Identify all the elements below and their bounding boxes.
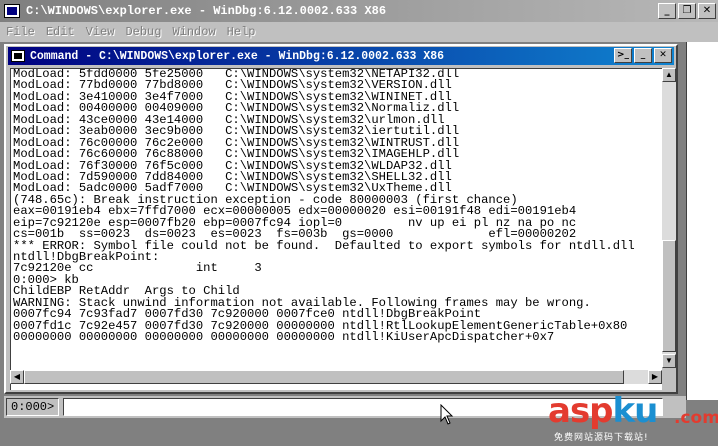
close-button[interactable]: ✕ xyxy=(698,3,716,19)
scroll-down-arrow-icon[interactable]: ▼ xyxy=(662,354,676,368)
vertical-scrollbar[interactable]: ▲ ▼ xyxy=(662,68,676,368)
scroll-right-arrow-icon[interactable]: ▶ xyxy=(648,370,662,384)
menu-edit[interactable]: Edit xyxy=(46,25,75,39)
minimize-button[interactable]: _ xyxy=(658,3,676,19)
app-title: C:\WINDOWS\explorer.exe - WinDbg:6.12.00… xyxy=(26,4,387,18)
watermark-brand: aspku xyxy=(548,391,658,431)
window-controls: _ ❐ ✕ xyxy=(658,3,716,19)
menu-file[interactable]: File xyxy=(6,25,35,39)
command-window-title: Command - C:\WINDOWS\explorer.exe - WinD… xyxy=(30,49,445,63)
windbg-app-icon[interactable] xyxy=(4,4,20,18)
watermark-tagline: 免费网站源码下载站! xyxy=(554,433,649,443)
command-prompt-label: 0:000> xyxy=(6,398,60,416)
horizontal-scrollbar[interactable]: ◀ ▶ xyxy=(10,370,662,384)
watermark-domain-suffix: .com xyxy=(674,408,718,428)
command-output-pane[interactable]: ModLoad: 5fdd0000 5fe25000 C:\WINDOWS\sy… xyxy=(10,68,662,390)
menu-window[interactable]: Window xyxy=(172,25,215,39)
horizontal-scroll-thumb[interactable] xyxy=(24,370,624,384)
command-output-text: ModLoad: 5fdd0000 5fe25000 C:\WINDOWS\sy… xyxy=(13,69,635,344)
scroll-left-arrow-icon[interactable]: ◀ xyxy=(10,370,24,384)
menu-bar: File Edit View Debug Window Help xyxy=(0,22,718,42)
scroll-up-arrow-icon[interactable]: ▲ xyxy=(662,68,676,82)
mdi-right-strip xyxy=(686,42,718,400)
menu-help[interactable]: Help xyxy=(227,25,256,39)
output-line: 7c92120e cc int 3 xyxy=(13,261,262,276)
restore-button[interactable]: ❐ xyxy=(678,3,696,19)
output-line: 00000000 00000000 00000000 00000000 0000… xyxy=(13,330,555,345)
app-title-bar[interactable]: C:\WINDOWS\explorer.exe - WinDbg:6.12.00… xyxy=(0,0,718,22)
command-window-close-button[interactable]: ✕ xyxy=(654,48,672,63)
command-window-minimize-button[interactable]: _ xyxy=(634,48,652,63)
command-window-icon-button[interactable]: >_ xyxy=(614,48,632,63)
command-window: Command - C:\WINDOWS\explorer.exe - WinD… xyxy=(4,44,678,394)
command-window-icon[interactable] xyxy=(11,50,25,62)
vertical-scroll-thumb[interactable] xyxy=(662,240,676,352)
command-window-controls: >_ _ ✕ xyxy=(614,48,672,63)
menu-view[interactable]: View xyxy=(86,25,115,39)
command-window-title-bar[interactable]: Command - C:\WINDOWS\explorer.exe - WinD… xyxy=(8,47,674,65)
menu-debug[interactable]: Debug xyxy=(125,25,161,39)
mouse-cursor-icon xyxy=(440,404,454,425)
site-watermark-logo: aspku .com 免费网站源码下载站! xyxy=(548,391,718,444)
